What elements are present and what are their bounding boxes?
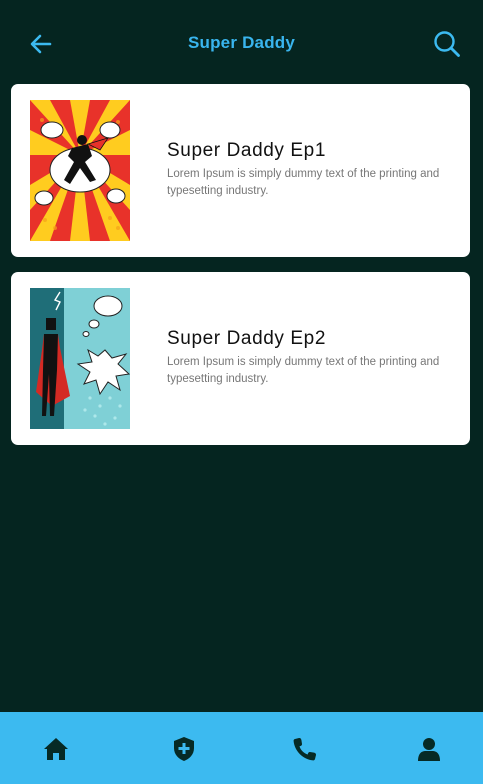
nav-profile-button[interactable] — [414, 734, 444, 764]
user-icon — [418, 738, 440, 761]
nav-phone-button[interactable] — [290, 734, 320, 764]
nav-home-button[interactable] — [41, 734, 71, 764]
episode-card[interactable]: Super Daddy Ep2 Lorem Ipsum is simply du… — [11, 272, 470, 445]
comic-caped-hero-thumbnail — [30, 288, 130, 429]
phone-icon — [293, 737, 317, 761]
search-icon — [434, 31, 460, 57]
page-title: Super Daddy — [187, 33, 296, 52]
bottom-navigation — [0, 712, 483, 784]
episode-card[interactable]: Super Daddy Ep1 Lorem Ipsum is simply du… — [11, 84, 470, 257]
episode-title: Super Daddy Ep1 — [167, 140, 326, 161]
search-button[interactable] — [430, 27, 464, 61]
home-icon — [44, 738, 68, 760]
nav-shield-button[interactable] — [169, 734, 199, 764]
episode-description: Lorem Ipsum is simply dummy text of the … — [167, 356, 440, 385]
top-bar: Super Daddy — [0, 0, 483, 86]
comic-burst-thumbnail — [30, 100, 130, 241]
shield-plus-icon — [174, 737, 194, 761]
episode-description: Lorem Ipsum is simply dummy text of the … — [167, 168, 440, 197]
episode-title: Super Daddy Ep2 — [167, 328, 326, 349]
